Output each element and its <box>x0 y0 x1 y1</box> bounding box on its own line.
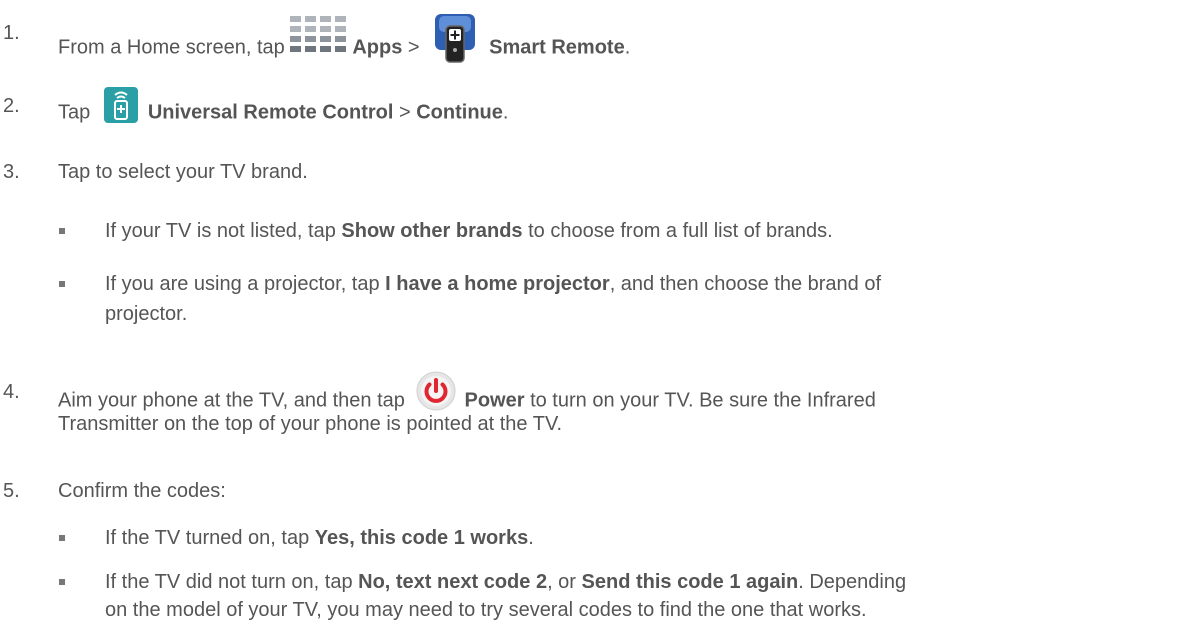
bullet-text-separator: , or <box>547 571 582 593</box>
show-other-brands-label: Show other brands <box>341 220 523 242</box>
step-2: 2. Tap Universal Remote Control > Contin… <box>0 87 1180 135</box>
step-text-pre: Aim your phone at the TV, and then tap <box>58 389 411 412</box>
bullet-icon <box>59 579 65 585</box>
step-number: 3. <box>3 161 20 183</box>
bullet-item: If your TV is not listed, tap Show other… <box>0 215 1180 247</box>
bullet-text-pre: If you are using a projector, tap <box>105 273 386 295</box>
smart-remote-icon <box>435 14 476 63</box>
universal-remote-control-label: Universal Remote Control <box>147 101 394 124</box>
bullet-icon <box>59 281 65 287</box>
step-text-end: . <box>502 101 509 124</box>
bullet-text-pre: If the TV turned on, tap <box>105 527 315 549</box>
step-text-pre: From a Home screen, tap <box>58 36 291 59</box>
bullet-icon <box>59 535 65 541</box>
smart-remote-label: Smart Remote <box>489 36 625 59</box>
bullet-text-line2: projector. <box>105 303 188 325</box>
step-number: 5. <box>3 480 20 502</box>
step-1: 1. From a Home screen, tap Apps > Smart … <box>0 14 1180 63</box>
bullet-text-end: , and then choose the brand of <box>609 273 882 295</box>
bullet-text-end: to choose from a full list of brands. <box>522 220 833 242</box>
step-number: 4. <box>3 381 20 403</box>
step-5: 5. Confirm the codes: <box>0 480 1180 510</box>
bullet-text-pre: If the TV did not turn on, tap <box>105 571 359 593</box>
step-text-end: to turn on your TV. Be sure the Infrared <box>524 389 876 412</box>
bullet-icon <box>59 228 65 234</box>
step-3: 3. Tap to select your TV brand. <box>0 161 1180 191</box>
apps-label: Apps <box>352 36 403 59</box>
bullet-text-end: . Depending <box>798 571 907 593</box>
step-text: From a Home screen, tap Apps > Smart Rem… <box>58 14 631 74</box>
step-text: Tap Universal Remote Control > Continue. <box>58 87 509 131</box>
bullet-text-pre: If your TV is not listed, tap <box>105 220 342 242</box>
step-text-line2: Transmitter on the top of your phone is … <box>58 413 563 435</box>
bullet-text-end: . <box>528 527 534 549</box>
bullet-text: If the TV turned on, tap Yes, this code … <box>105 522 534 554</box>
step-4: 4. Aim your phone at the TV, and then ta… <box>0 371 1180 445</box>
power-icon <box>416 371 456 411</box>
bullet-text-line2: on the model of your TV, you may need to… <box>105 599 867 621</box>
step-text: Confirm the codes: <box>58 480 226 502</box>
step-text-end: . <box>624 36 631 59</box>
bullet-item: If the TV turned on, tap Yes, this code … <box>0 522 1180 554</box>
continue-label: Continue <box>416 101 503 124</box>
step-text-pre: Tap <box>58 101 96 124</box>
step-text: Tap to select your TV brand. <box>58 161 308 183</box>
step-number: 2. <box>3 95 20 117</box>
send-code-again-label: Send this code 1 again <box>581 571 799 593</box>
apps-grid-icon <box>290 16 348 52</box>
bullet-item: If the TV did not turn on, tap No, text … <box>0 566 1180 628</box>
step-text-separator: > <box>402 36 426 59</box>
power-label: Power <box>464 389 525 412</box>
next-code-label: No, text next code 2 <box>358 571 548 593</box>
code-works-label: Yes, this code 1 works <box>314 527 529 549</box>
home-projector-label: I have a home projector <box>385 273 610 295</box>
step-text-separator: > <box>393 101 417 124</box>
universal-remote-icon <box>103 87 138 123</box>
bullet-text: If your TV is not listed, tap Show other… <box>105 215 833 247</box>
bullet-item: If you are using a projector, tap I have… <box>0 268 1180 332</box>
bullet-text: If you are using a projector, tap I have… <box>105 268 881 300</box>
step-number: 1. <box>3 22 20 44</box>
